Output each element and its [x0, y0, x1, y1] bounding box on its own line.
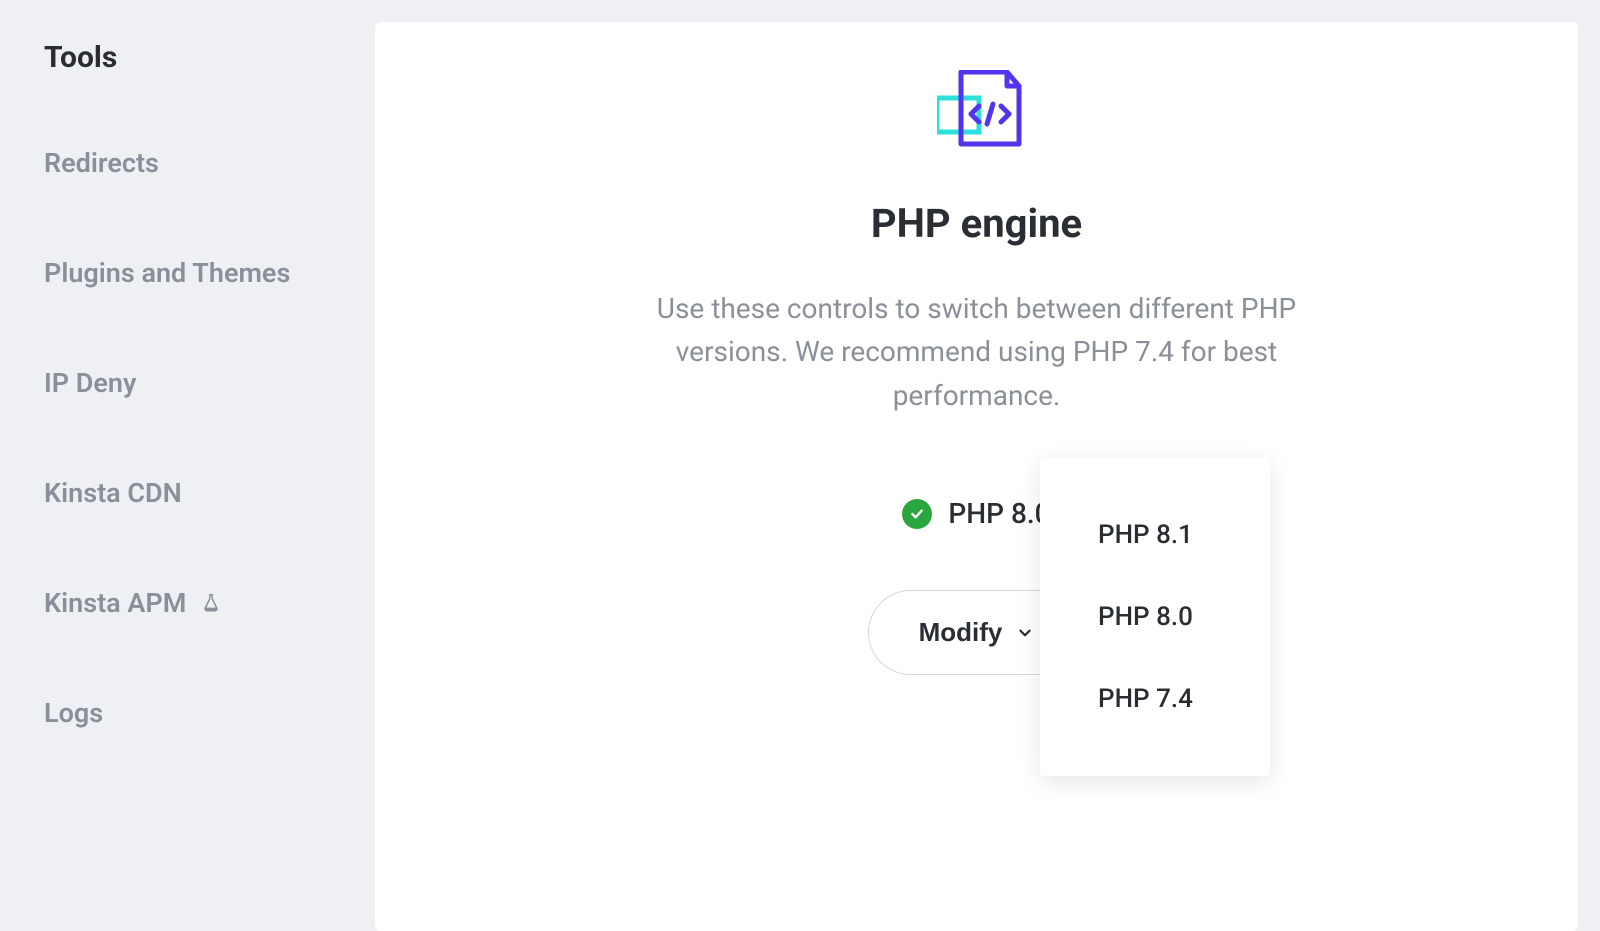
php-engine-card: PHP engine Use these controls to switch …	[375, 22, 1578, 931]
sidebar-item-label: Kinsta APM	[44, 587, 186, 619]
dropdown-option-php-8-1[interactable]: PHP 8.1	[1040, 494, 1270, 576]
flask-icon	[200, 592, 222, 614]
sidebar-item-label: Logs	[44, 697, 103, 729]
sidebar: Tools Redirects Plugins and Themes IP De…	[0, 0, 375, 931]
sidebar-item-logs[interactable]: Logs	[44, 697, 375, 729]
check-circle-icon	[902, 499, 932, 529]
sidebar-item-kinsta-cdn[interactable]: Kinsta CDN	[44, 477, 375, 509]
sidebar-item-ip-deny[interactable]: IP Deny	[44, 367, 375, 399]
sidebar-item-tools[interactable]: Tools	[44, 40, 375, 75]
php-version-dropdown: PHP 8.1 PHP 8.0 PHP 7.4	[1040, 458, 1270, 776]
dropdown-option-php-8-0[interactable]: PHP 8.0	[1040, 576, 1270, 658]
modify-button-label: Modify	[919, 617, 1003, 648]
sidebar-item-label: IP Deny	[44, 367, 136, 399]
current-version-label: PHP 8.0	[948, 497, 1050, 530]
sidebar-item-label: Kinsta CDN	[44, 477, 182, 509]
dropdown-option-php-7-4[interactable]: PHP 7.4	[1040, 658, 1270, 740]
current-version-row: PHP 8.0	[902, 497, 1050, 530]
php-engine-icon	[937, 70, 1017, 150]
sidebar-item-plugins-themes[interactable]: Plugins and Themes	[44, 257, 375, 289]
card-title: PHP engine	[871, 200, 1082, 247]
sidebar-item-redirects[interactable]: Redirects	[44, 147, 375, 179]
sidebar-item-label: Redirects	[44, 147, 159, 179]
card-description: Use these controls to switch between dif…	[617, 287, 1337, 417]
chevron-down-icon	[1016, 624, 1034, 642]
sidebar-item-kinsta-apm[interactable]: Kinsta APM	[44, 587, 375, 619]
sidebar-item-label: Plugins and Themes	[44, 257, 290, 289]
